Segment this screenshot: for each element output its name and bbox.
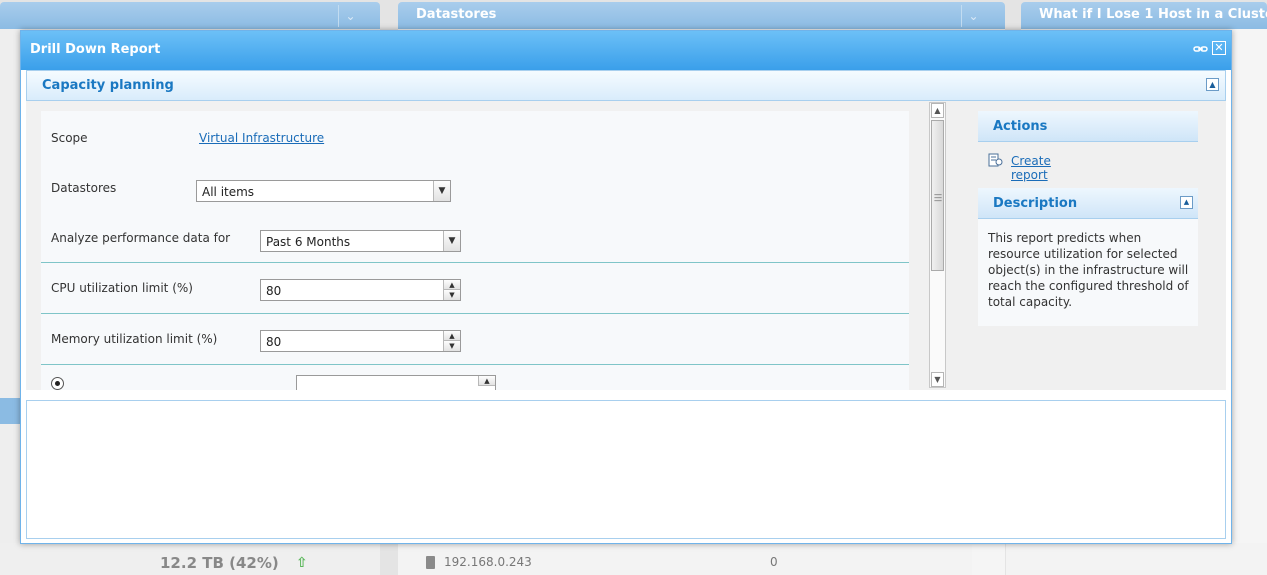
chevron-down-icon[interactable]: ▼ xyxy=(443,341,460,351)
form-scrollbar[interactable]: ▲ — — — ▼ xyxy=(929,102,946,388)
bg-right-area xyxy=(1006,543,1267,575)
capacity-planning-body: Scope Virtual Infrastructure Datastores … xyxy=(26,101,1226,390)
description-body: This report predicts when resource utili… xyxy=(978,219,1198,326)
bg-tab-datastores[interactable]: Datastores ⌄ xyxy=(398,2,1005,29)
grip-icon: — — — xyxy=(934,190,942,205)
bg-tab-what-if[interactable]: What if I Lose 1 Host in a Cluster xyxy=(1021,2,1267,29)
description-title: Description xyxy=(993,196,1078,211)
cpu-row: CPU utilization limit (%) 80 ▲ ▼ xyxy=(41,263,909,314)
memory-limit-stepper[interactable]: 80 ▲ ▼ xyxy=(260,330,461,352)
report-output-area xyxy=(26,400,1226,539)
dialog-title: Drill Down Report xyxy=(30,42,161,57)
form-fields: Scope Virtual Infrastructure Datastores … xyxy=(41,111,909,390)
radio-button[interactable] xyxy=(51,377,64,390)
bg-panel-header xyxy=(0,398,20,424)
description-header[interactable]: Description ▲ xyxy=(978,188,1198,219)
drill-down-dialog: Drill Down Report ✕ Capacity planning ▲ … xyxy=(20,30,1232,544)
scope-row: Scope Virtual Infrastructure xyxy=(41,111,909,161)
datastores-row: Datastores All items ▼ xyxy=(41,161,909,211)
bg-tab-left[interactable]: ⌄ xyxy=(0,2,380,29)
memory-limit-value: 80 xyxy=(266,335,282,349)
bg-tab-what-if-label: What if I Lose 1 Host in a Cluster xyxy=(1039,7,1267,22)
host-count: 0 xyxy=(770,555,778,569)
bg-tab-datastores-label: Datastores xyxy=(416,7,497,22)
create-report-link[interactable]: Create report xyxy=(1011,154,1051,182)
next-row-stepper[interactable]: ▲ xyxy=(296,375,496,390)
analyze-value: Past 6 Months xyxy=(266,235,351,249)
list-item[interactable]: 192.168.0.243 0 xyxy=(426,554,786,572)
description-text: This report predicts when resource utili… xyxy=(988,231,1189,309)
chevron-down-icon[interactable]: ▼ xyxy=(443,290,460,300)
datastores-select[interactable]: All items ▼ xyxy=(196,180,451,202)
chevron-up-icon[interactable]: ▲ xyxy=(478,376,495,386)
host-ip: 192.168.0.243 xyxy=(444,555,532,569)
actions-title: Actions xyxy=(993,119,1048,134)
next-row-partial: ▲ xyxy=(41,365,909,390)
cpu-label: CPU utilization limit (%) xyxy=(51,281,193,295)
cpu-limit-value: 80 xyxy=(266,284,282,298)
collapse-icon[interactable]: ▲ xyxy=(1206,78,1219,91)
report-form: Scope Virtual Infrastructure Datastores … xyxy=(26,101,946,390)
chevron-down-icon[interactable]: ▼ xyxy=(433,181,450,201)
memory-label: Memory utilization limit (%) xyxy=(51,332,218,346)
cpu-limit-stepper[interactable]: 80 ▲ ▼ xyxy=(260,279,461,301)
capacity-planning-header[interactable]: Capacity planning ▲ xyxy=(26,70,1226,101)
chevron-up-icon[interactable]: ▲ xyxy=(443,331,460,341)
scroll-down-icon[interactable]: ▼ xyxy=(931,372,944,387)
scroll-thumb[interactable]: — — — xyxy=(931,120,944,271)
close-icon[interactable]: ✕ xyxy=(1212,41,1226,55)
dialog-titlebar[interactable]: Drill Down Report ✕ xyxy=(21,31,1231,70)
datastores-label: Datastores xyxy=(51,181,117,195)
scope-label: Scope xyxy=(51,131,88,145)
report-icon xyxy=(988,153,1003,167)
chevron-down-icon[interactable]: ▼ xyxy=(443,231,460,251)
analyze-label: Analyze performance data for xyxy=(51,231,231,245)
chevron-down-icon[interactable]: ⌄ xyxy=(961,5,985,27)
chevron-down-icon[interactable]: ⌄ xyxy=(338,5,362,27)
scroll-up-icon[interactable]: ▲ xyxy=(931,103,944,118)
actions-header: Actions xyxy=(978,111,1198,142)
bg-summary-value: 12.2 TB (42%) xyxy=(160,554,279,572)
collapse-icon[interactable]: ▲ xyxy=(1180,196,1193,209)
scope-link[interactable]: Virtual Infrastructure xyxy=(199,131,324,145)
arrow-up-icon: ⇧ xyxy=(296,555,308,571)
server-icon xyxy=(426,556,435,569)
datastores-value: All items xyxy=(202,185,255,199)
link-icon[interactable] xyxy=(1193,42,1208,56)
analyze-row: Analyze performance data for Past 6 Mont… xyxy=(41,211,909,263)
panel-title: Capacity planning xyxy=(42,78,174,93)
chevron-up-icon[interactable]: ▲ xyxy=(443,280,460,290)
memory-row: Memory utilization limit (%) 80 ▲ ▼ xyxy=(41,314,909,365)
analyze-select[interactable]: Past 6 Months ▼ xyxy=(260,230,461,252)
